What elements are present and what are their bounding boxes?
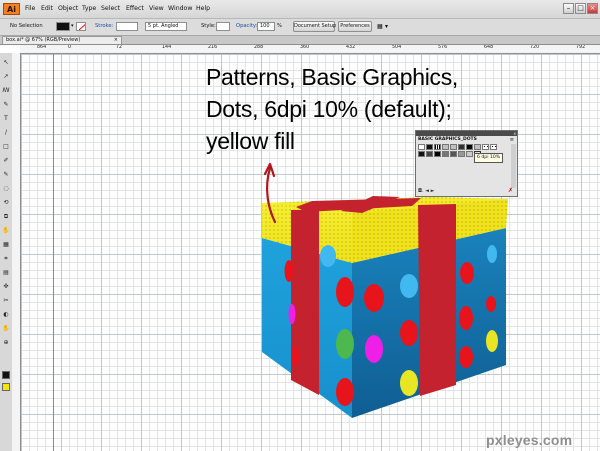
swatch-tooltip: 6 dpi 10%: [474, 153, 504, 163]
dot-red: [291, 346, 299, 366]
dot-magenta: [365, 335, 383, 363]
ribbon-side: [418, 204, 456, 396]
dot-red: [336, 277, 354, 307]
swatch[interactable]: [450, 144, 457, 150]
dot-red: [486, 296, 496, 312]
swatch[interactable]: [474, 144, 481, 150]
swatch[interactable]: [466, 151, 473, 157]
dot-light-blue: [400, 274, 418, 298]
swatch[interactable]: [458, 151, 465, 157]
watermark-text: pxleyes.com: [486, 432, 573, 448]
dot-yellow: [486, 330, 498, 352]
dot-red: [400, 320, 418, 346]
panel-menu-icon[interactable]: ≡: [510, 137, 514, 143]
panel-bottom-icons[interactable]: ◘. ◄ ►: [418, 188, 434, 194]
swatch[interactable]: [426, 151, 433, 157]
dot-red: [364, 284, 384, 312]
swatch[interactable]: [450, 151, 457, 157]
dot-yellow: [400, 370, 418, 396]
ribbon-front: [291, 210, 319, 395]
dot-green: [336, 329, 354, 359]
dot-light-blue: [487, 245, 497, 263]
panel-title: BASIC GRAPHICS_DOTS: [418, 137, 477, 142]
swatch[interactable]: [426, 144, 433, 150]
delete-swatch-icon[interactable]: ✗: [508, 188, 513, 194]
swatch[interactable]: [466, 144, 473, 150]
caption-line: Patterns, Basic Graphics,: [206, 64, 458, 90]
dot-red: [336, 378, 354, 406]
swatch-none[interactable]: [418, 144, 425, 150]
panel-title-grip[interactable]: x: [416, 131, 517, 136]
swatch[interactable]: [482, 144, 489, 150]
swatch[interactable]: [458, 144, 465, 150]
swatch[interactable]: [442, 144, 449, 150]
dot-light-blue: [320, 245, 336, 267]
swatch[interactable]: [434, 151, 441, 157]
panel-close-icon[interactable]: x: [514, 131, 516, 136]
swatch[interactable]: [442, 151, 449, 157]
caption-line: Dots, 6dpi 10% (default);: [206, 96, 452, 122]
dot-red: [460, 262, 474, 284]
dot-red: [459, 306, 473, 330]
swatch-library-panel[interactable]: x BASIC GRAPHICS_DOTS ≡ ◘. ◄ ► ✗: [415, 130, 518, 197]
swatch[interactable]: [490, 144, 497, 150]
panel-scrollbar[interactable]: [511, 144, 516, 188]
swatch[interactable]: [418, 151, 425, 157]
dot-magenta: [288, 304, 296, 324]
dot-red: [284, 260, 294, 282]
dot-red: [459, 346, 473, 368]
swatch[interactable]: [434, 144, 441, 150]
